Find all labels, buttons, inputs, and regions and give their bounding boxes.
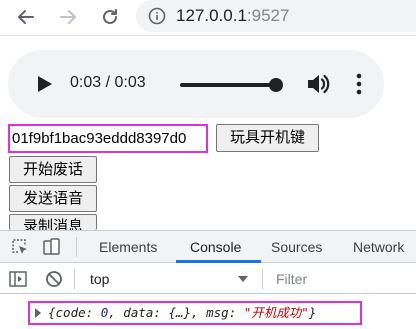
- log-brace-close: }: [308, 305, 317, 320]
- console-toolbar-divider: [262, 269, 263, 289]
- audio-time-display: 0:03 / 0:03: [70, 74, 146, 91]
- log-colon: :: [153, 305, 169, 320]
- tab-network[interactable]: Network: [353, 231, 404, 263]
- console-toolbar-divider: [74, 269, 75, 289]
- devtools-panel: Elements Console Sources Network top {co…: [0, 230, 416, 329]
- tab-console[interactable]: Console: [190, 231, 241, 263]
- audio-progress-slider[interactable]: [180, 78, 283, 92]
- play-icon[interactable]: [32, 72, 56, 96]
- audio-progress-thumb[interactable]: [269, 78, 283, 92]
- log-comma: ,: [191, 305, 207, 320]
- volume-icon[interactable]: [305, 71, 331, 97]
- console-toolbar: top: [0, 264, 416, 294]
- browser-toolbar: 127.0.0.1:9527: [0, 0, 416, 36]
- show-sidebar-icon[interactable]: [8, 269, 28, 289]
- log-code-key: code: [55, 305, 86, 320]
- tab-sources[interactable]: Sources: [271, 231, 322, 263]
- device-toolbar-icon[interactable]: [42, 237, 62, 257]
- active-tab-indicator: [176, 260, 261, 263]
- back-arrow-icon[interactable]: [13, 4, 39, 30]
- log-data-value: {…}: [168, 305, 192, 320]
- reload-icon[interactable]: [97, 4, 123, 30]
- log-msg-value: "开机成功": [243, 305, 309, 320]
- log-colon: :: [85, 305, 101, 320]
- log-data-key: data: [123, 305, 154, 320]
- address-bar[interactable]: 127.0.0.1:9527: [136, 0, 416, 32]
- inspect-element-icon[interactable]: [10, 237, 30, 257]
- start-talk-button[interactable]: 开始废话: [9, 156, 97, 183]
- url-host: 127.0.0.1: [176, 6, 247, 25]
- console-filter-input[interactable]: [268, 266, 416, 292]
- url-port: :9527: [246, 6, 290, 25]
- chevron-down-icon[interactable]: [238, 276, 248, 282]
- expand-triangle-icon[interactable]: [35, 308, 41, 318]
- send-voice-button[interactable]: 发送语音: [9, 185, 97, 212]
- log-brace-open: {: [48, 305, 56, 320]
- log-colon: :: [228, 305, 244, 320]
- more-options-icon[interactable]: [351, 71, 367, 97]
- audio-player: 0:03 / 0:03: [8, 50, 384, 118]
- forward-arrow-icon[interactable]: [55, 4, 81, 30]
- audio-progress-fill: [180, 83, 276, 87]
- record-message-button[interactable]: 录制消息: [9, 214, 97, 230]
- url-text: 127.0.0.1:9527: [176, 6, 289, 26]
- log-comma: ,: [108, 305, 124, 320]
- context-selector[interactable]: top: [90, 264, 109, 294]
- token-input[interactable]: [8, 124, 208, 153]
- log-msg-key: msg: [206, 305, 229, 320]
- tab-elements[interactable]: Elements: [99, 231, 157, 263]
- devtools-divider: [76, 237, 77, 257]
- console-log-entry[interactable]: {code: 0, data: {…}, msg: "开机成功"}: [28, 301, 362, 325]
- site-info-icon[interactable]: [148, 7, 166, 30]
- clear-console-icon[interactable]: [44, 269, 64, 289]
- devtools-tab-bar: Elements Console Sources Network: [0, 231, 416, 263]
- power-on-button[interactable]: 玩具开机键: [216, 124, 319, 152]
